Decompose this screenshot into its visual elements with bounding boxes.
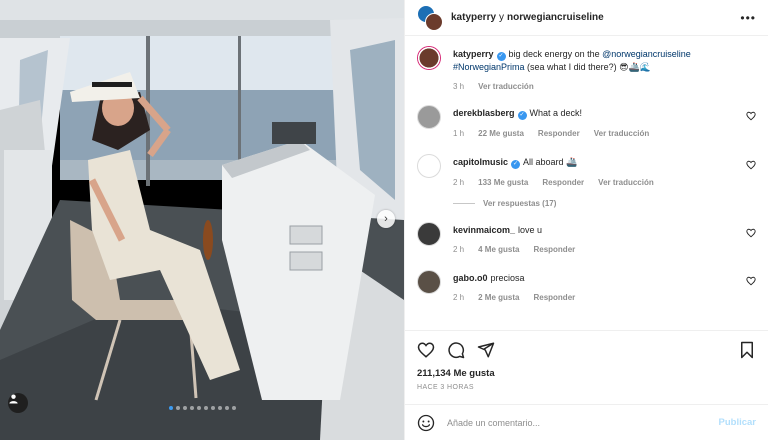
emoji-icon[interactable]: [417, 414, 435, 432]
carousel-dot: [175, 406, 180, 410]
comment-item: capitolmusic ✓ All aboard 🚢 2 h 133 Me gusta…: [417, 154, 756, 189]
timestamp: 3 h: [453, 82, 465, 91]
comment-likes[interactable]: 22 Me gusta: [478, 128, 524, 140]
comment-likes[interactable]: 2 Me gusta: [478, 292, 519, 304]
comment-text: What a deck!: [529, 108, 583, 118]
share-icon[interactable]: [477, 341, 495, 359]
comment-like-icon[interactable]: [746, 228, 756, 238]
comment-input[interactable]: [447, 417, 719, 428]
carousel-dot: [203, 406, 208, 410]
view-replies-label: Ver respuestas (17): [483, 199, 557, 208]
caption-meta: 3 h Ver traducción: [453, 81, 756, 93]
comment-text: preciosa: [490, 273, 525, 283]
comment-username[interactable]: gabo.o0: [453, 273, 488, 283]
verified-badge-icon: ✓: [517, 111, 527, 120]
author-link[interactable]: katyperry: [451, 12, 496, 23]
avatar[interactable]: [417, 222, 441, 246]
comment-likes[interactable]: 133 Me gusta: [478, 177, 528, 189]
comment-composer: Publicar: [405, 404, 768, 440]
caption-hashtag[interactable]: #NorwegianPrima: [453, 62, 525, 72]
carousel-dot: [196, 406, 201, 410]
see-translation-link[interactable]: Ver traducción: [478, 81, 534, 93]
caption-mention[interactable]: @norwegiancruiseline: [602, 49, 691, 59]
comment-text: love u: [518, 225, 543, 235]
chevron-right-icon: ›: [384, 213, 388, 225]
comment-like-icon[interactable]: [746, 111, 756, 121]
carousel-dot: [189, 406, 194, 410]
caption-text: big deck energy on the: [508, 49, 600, 59]
carousel-dot: [217, 406, 222, 410]
comment-like-icon[interactable]: [746, 160, 756, 170]
photo-ship-bridge: [0, 0, 404, 440]
comment-like-icon[interactable]: [746, 276, 756, 286]
carousel-dot: [231, 406, 236, 410]
like-count[interactable]: 211,134 Me gusta: [405, 368, 768, 384]
timestamp: 2 h: [453, 245, 465, 254]
carousel-dot: [224, 406, 229, 410]
heart-icon[interactable]: [417, 341, 435, 359]
tagged-users-icon[interactable]: [8, 393, 28, 413]
post-header: katyperry y norwegiancruiseline •••: [405, 0, 768, 36]
comment-text: All aboard 🚢: [523, 157, 578, 167]
person-icon: [9, 394, 18, 404]
see-translation-link[interactable]: Ver traducción: [594, 128, 650, 140]
comment-icon[interactable]: [447, 341, 465, 359]
collab-avatars[interactable]: [417, 4, 443, 31]
avatar[interactable]: [417, 105, 441, 129]
instagram-post: › katyperry y norwegiancruiseline ••• katy…: [0, 0, 768, 440]
comment-item: kevinmaicom_ love u 2 h 4 Me gusta Responder: [417, 222, 756, 256]
avatar[interactable]: [417, 46, 441, 70]
carousel-dot: [168, 406, 173, 410]
comments-list: katyperry ✓ big deck energy on the @norweg…: [405, 36, 768, 330]
caption-username[interactable]: katyperry: [453, 49, 494, 59]
view-replies-button[interactable]: Ver respuestas (17): [453, 199, 756, 208]
carousel-dot: [182, 406, 187, 410]
comment-meta: 2 h 133 Me gusta Responder Ver traducción: [453, 177, 756, 189]
reply-button[interactable]: Responder: [538, 128, 580, 140]
comment-likes[interactable]: 4 Me gusta: [478, 244, 519, 256]
publish-button[interactable]: Publicar: [719, 417, 757, 428]
verified-badge-icon: ✓: [496, 52, 506, 61]
timestamp: 1 h: [453, 129, 465, 138]
timestamp: 2 h: [453, 178, 465, 187]
caption-rest: (sea what I did there?) 😎🚢🌊: [527, 62, 651, 72]
carousel-indicator: [0, 406, 404, 410]
comment-username[interactable]: capitolmusic: [453, 157, 508, 167]
reply-button[interactable]: Responder: [542, 177, 584, 189]
comment-username[interactable]: derekblasberg: [453, 108, 515, 118]
avatar[interactable]: [417, 154, 441, 178]
comment-rows: derekblasberg ✓ What a deck! 1 h 22 Me gusta…: [417, 105, 756, 304]
comment-item: derekblasberg ✓ What a deck! 1 h 22 Me gusta…: [417, 105, 756, 140]
caption: katyperry ✓ big deck energy on the @norweg…: [417, 46, 756, 93]
timestamp: 2 h: [453, 293, 465, 302]
verified-badge-icon: ✓: [511, 160, 521, 169]
comment-meta: 1 h 22 Me gusta Responder Ver traducción: [453, 128, 756, 140]
comment-meta: 2 h 4 Me gusta Responder: [453, 244, 756, 256]
reply-button[interactable]: Responder: [533, 244, 575, 256]
more-horizontal-icon[interactable]: •••: [740, 11, 756, 25]
comment-item: gabo.o0 preciosa 2 h 2 Me gusta Responder: [417, 270, 756, 304]
coauthor-link[interactable]: norwegiancruiseline: [507, 12, 604, 23]
action-bar: [405, 330, 768, 368]
avatar[interactable]: [417, 270, 441, 294]
post-time: HACE 3 HORAS: [417, 384, 474, 391]
post-sidebar: katyperry y norwegiancruiseline ••• katype…: [404, 0, 768, 440]
replies-divider: [453, 203, 475, 204]
carousel-dot: [210, 406, 215, 410]
see-translation-link[interactable]: Ver traducción: [598, 177, 654, 189]
post-media[interactable]: ›: [0, 0, 404, 440]
comment-username[interactable]: kevinmaicom_: [453, 225, 515, 235]
post-authors: katyperry y norwegiancruiseline: [451, 12, 604, 23]
bookmark-icon[interactable]: [738, 341, 756, 359]
comment-meta: 2 h 2 Me gusta Responder: [453, 292, 756, 304]
carousel-next-button[interactable]: ›: [377, 210, 395, 228]
avatar: [425, 12, 443, 31]
reply-button[interactable]: Responder: [533, 292, 575, 304]
authors-conjunction: y: [499, 12, 505, 23]
